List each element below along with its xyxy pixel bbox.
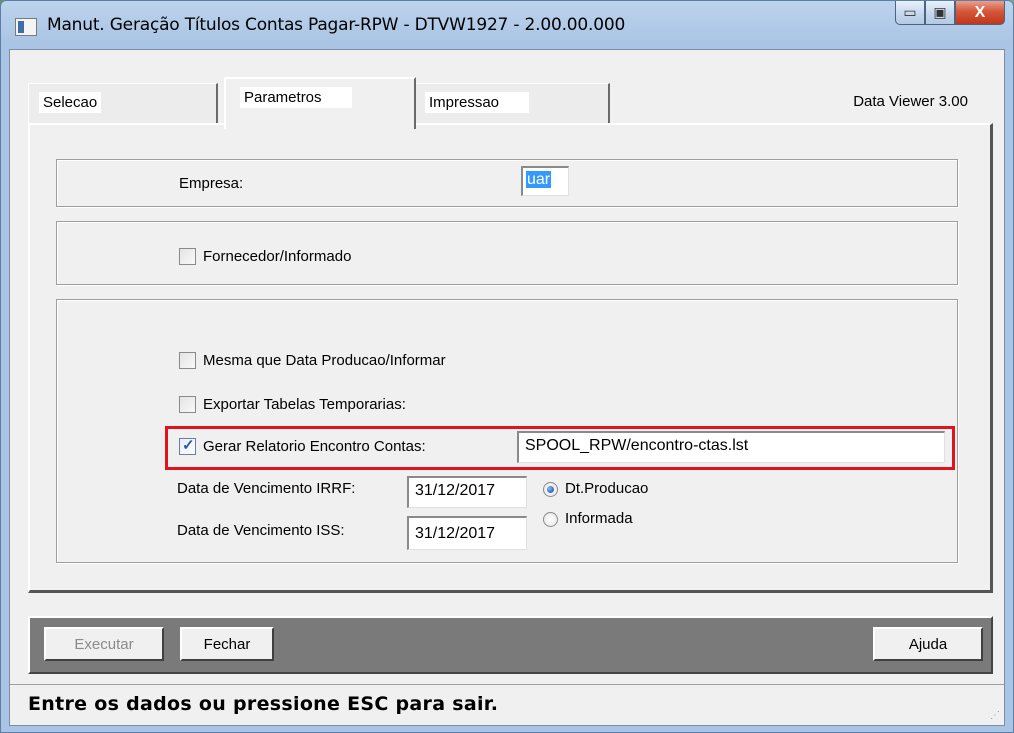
maximize-button[interactable]: ▣ (925, 1, 955, 25)
status-message: Entre os dados ou pressione ESC para sai… (28, 693, 499, 715)
minimize-icon: ▭ (903, 4, 917, 20)
exportar-checkbox[interactable] (179, 396, 196, 413)
button-bar: Executar Fechar Ajuda (28, 616, 993, 674)
empresa-group: Empresa: uar (56, 159, 958, 207)
empresa-label: Empresa: (179, 175, 244, 192)
minimize-button[interactable]: ▭ (895, 1, 925, 25)
window-title: Manut. Geração Títulos Contas Pagar-RPW … (47, 15, 626, 35)
maximize-icon: ▣ (933, 4, 947, 20)
radio-selected-dot (547, 486, 554, 493)
fechar-button[interactable]: Fechar (180, 627, 274, 661)
empresa-input[interactable]: uar (521, 166, 569, 196)
close-icon: X (974, 3, 986, 21)
tab-parametros-label: Parametros (240, 87, 352, 108)
empresa-value: uar (526, 171, 552, 188)
venc-iss-input[interactable]: 31/12/2017 (407, 516, 527, 550)
checkmark-icon: ✓ (182, 437, 195, 454)
radio-informada-label: Informada (565, 510, 633, 527)
tab-selecao-label: Selecao (39, 92, 102, 113)
status-bar: Entre os dados ou pressione ESC para sai… (10, 684, 1004, 725)
spool-path-value: SPOOL_RPW/encontro-ctas.lst (525, 437, 749, 454)
venc-iss-label: Data de Vencimento ISS: (177, 522, 345, 539)
executar-button[interactable]: Executar (44, 627, 164, 661)
spool-path-input[interactable]: SPOOL_RPW/encontro-ctas.lst (517, 431, 945, 463)
fornecedor-checkbox[interactable] (179, 248, 196, 265)
radio-dt-producao[interactable] (543, 482, 558, 497)
app-icon (15, 18, 37, 36)
gerar-relatorio-label: Gerar Relatorio Encontro Contas: (203, 438, 426, 455)
window-controls: ▭ ▣ X (895, 1, 1005, 31)
venc-irrf-input[interactable]: 31/12/2017 (407, 476, 527, 508)
tab-parametros[interactable]: Parametros (224, 77, 416, 129)
venc-irrf-label: Data de Vencimento IRRF: (177, 480, 356, 497)
radio-dt-producao-label: Dt.Producao (565, 480, 649, 497)
fornecedor-label: Fornecedor/Informado (203, 248, 352, 265)
tab-selecao[interactable]: Selecao (28, 83, 218, 123)
main-window: Manut. Geração Títulos Contas Pagar-RPW … (0, 0, 1014, 733)
close-button[interactable]: X (955, 1, 1005, 25)
fornecedor-group: Fornecedor/Informado (56, 221, 958, 285)
tab-impressao-label: Impressao (425, 92, 530, 113)
tab-strip: Selecao Parametros Impressao Data Viewer… (10, 50, 1004, 130)
mesma-data-checkbox[interactable] (179, 352, 196, 369)
parametros-panel: Empresa: uar Fornecedor/Informado Mesma … (28, 123, 993, 593)
gerar-relatorio-checkbox[interactable]: ✓ (179, 437, 196, 455)
venc-iss-value: 31/12/2017 (415, 525, 496, 542)
radio-informada[interactable] (543, 512, 558, 527)
tab-impressao[interactable]: Impressao (414, 83, 610, 123)
venc-irrf-value: 31/12/2017 (415, 482, 496, 499)
data-viewer-version: Data Viewer 3.00 (853, 93, 968, 110)
resize-grip-icon[interactable]: ⋰ (990, 710, 1000, 721)
title-bar[interactable]: Manut. Geração Títulos Contas Pagar-RPW … (1, 1, 1013, 49)
ajuda-button[interactable]: Ajuda (873, 627, 983, 661)
mesma-data-label: Mesma que Data Producao/Informar (203, 352, 446, 369)
dialog-client: Selecao Parametros Impressao Data Viewer… (9, 49, 1005, 726)
exportar-label: Exportar Tabelas Temporarias: (203, 396, 406, 413)
parametros-group: Mesma que Data Producao/Informar Exporta… (56, 299, 958, 563)
